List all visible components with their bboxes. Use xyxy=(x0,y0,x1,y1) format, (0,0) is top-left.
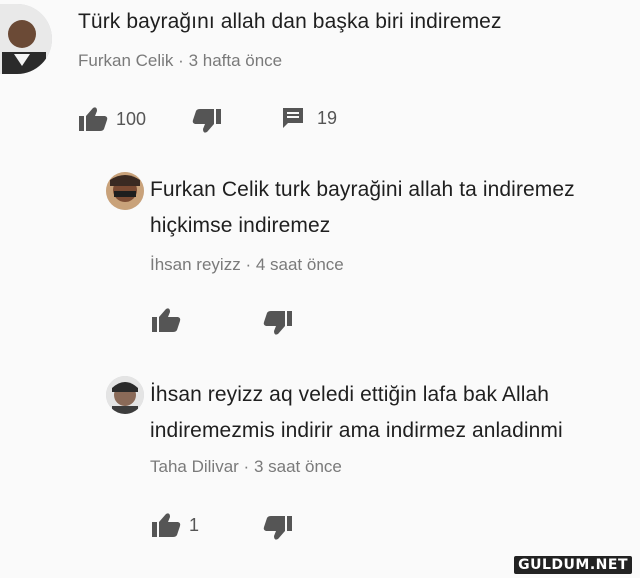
thumb-up-icon xyxy=(151,512,181,538)
thumb-down-icon xyxy=(192,108,222,134)
avatar[interactable] xyxy=(106,172,144,210)
comment-meta: Taha Dilivar · 3 saat önce xyxy=(150,457,342,477)
thumb-up-icon xyxy=(151,307,181,333)
meta-separator: · xyxy=(243,457,250,476)
dislike-button[interactable] xyxy=(263,310,293,336)
comment-time[interactable]: 4 saat önce xyxy=(256,255,344,274)
like-count: 100 xyxy=(116,108,147,129)
watermark: GULDUM.NET xyxy=(514,556,632,574)
comment-meta: Furkan Celik · 3 hafta önce xyxy=(78,51,282,71)
avatar[interactable] xyxy=(106,376,144,414)
comment-text: indiremezmis indirir ama indirmez anladi… xyxy=(150,419,563,442)
comment-time[interactable]: 3 hafta önce xyxy=(189,51,283,70)
comment-text: Türk bayrağını allah dan başka biri indi… xyxy=(78,10,502,33)
like-button[interactable]: 1 xyxy=(151,512,199,538)
dislike-button[interactable] xyxy=(192,108,222,134)
reply-button[interactable]: 19 xyxy=(281,106,337,130)
reply-count: 19 xyxy=(317,107,338,128)
meta-separator: · xyxy=(245,255,252,274)
like-button[interactable] xyxy=(151,307,181,333)
reply-icon xyxy=(281,106,305,130)
comment-text: İhsan reyizz aq veledi ettiğin lafa bak … xyxy=(150,383,550,406)
comment-time[interactable]: 3 saat önce xyxy=(254,457,342,476)
comment-text: hiçkimse indiremez xyxy=(150,214,331,237)
dislike-button[interactable] xyxy=(263,515,293,541)
comment-author[interactable]: Taha Dilivar xyxy=(150,457,239,476)
comment-author[interactable]: İhsan reyizz xyxy=(150,255,241,274)
thumb-up-icon xyxy=(78,106,108,132)
thumb-down-icon xyxy=(263,310,293,336)
like-button[interactable]: 100 xyxy=(78,106,146,132)
comment-text: Furkan Celik turk bayrağini allah ta ind… xyxy=(150,178,575,201)
comment-meta: İhsan reyizz · 4 saat önce xyxy=(150,255,344,275)
like-count: 1 xyxy=(189,514,200,535)
thumb-down-icon xyxy=(263,515,293,541)
meta-separator: · xyxy=(178,51,184,70)
comment-author[interactable]: Furkan Celik xyxy=(78,51,173,70)
avatar[interactable] xyxy=(0,4,52,74)
